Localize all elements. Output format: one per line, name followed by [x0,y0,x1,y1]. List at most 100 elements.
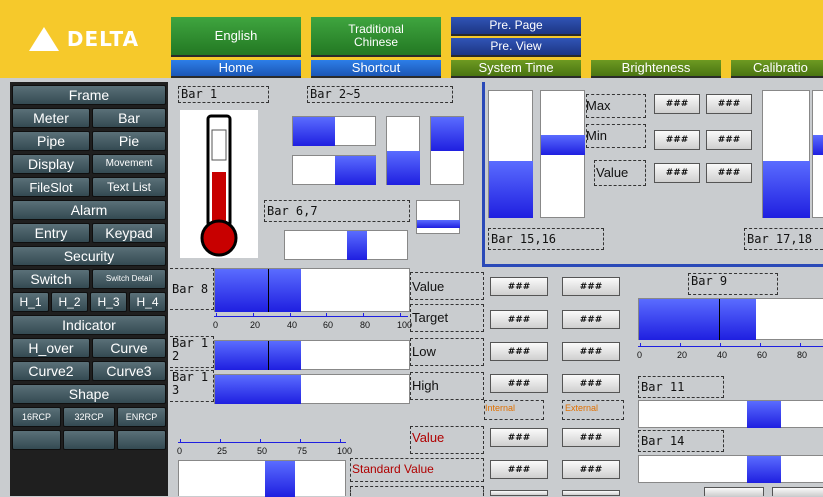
scale-a-tick-label: 80 [360,320,371,330]
thermometer-icon [200,114,238,257]
bar-button[interactable]: Bar [92,108,166,128]
bar1-label: Bar 1 [178,86,269,103]
target-internal[interactable]: ### [490,310,548,329]
value-internal-2[interactable]: ### [490,428,548,447]
bar2-5-label: Bar 2~5 [307,86,453,103]
hash-button[interactable] [772,487,823,496]
bar-c-fill [265,461,295,497]
fileslot-button[interactable]: FileSlot [12,177,90,197]
frame-button[interactable]: Frame [12,85,166,105]
value-2[interactable]: ### [706,163,752,183]
scale-b-tick [680,343,681,347]
bar15-16-label: Bar 15,16 [488,228,604,250]
value-1[interactable]: ### [654,163,700,183]
indicator-button[interactable]: Indicator [12,315,166,335]
alarm-button[interactable]: Alarm [12,200,166,220]
curve-button[interactable]: Curve [92,338,166,358]
h4-button[interactable]: H_4 [129,292,166,312]
menu-button[interactable] [117,430,166,450]
h1-button[interactable]: H_1 [12,292,49,312]
value-external[interactable]: ### [562,277,620,296]
movement-button[interactable]: Movement [92,154,166,174]
curve2-button[interactable]: Curve2 [12,361,90,381]
shortcut-button[interactable]: Shortcut [311,60,441,78]
high-external[interactable]: ### [562,374,620,393]
bar4 [386,116,420,185]
standard-internal[interactable]: ### [490,460,548,479]
shape-button[interactable]: Shape [12,384,166,404]
scale-b-tick-label: 60 [757,350,768,360]
bar4-fill [387,151,420,185]
h2-button[interactable]: H_2 [51,292,88,312]
hash-button[interactable] [704,487,764,496]
16rcp-button[interactable]: 16RCP [12,407,61,427]
min-value-1[interactable]: ### [654,130,700,150]
bar14-fill [747,456,781,483]
keypad-button[interactable]: Keypad [92,223,166,243]
home-button[interactable]: Home [171,60,301,78]
high-internal[interactable]: ### [490,374,548,393]
bar-a [214,340,410,370]
brighteness-button[interactable]: Brighteness [591,60,721,78]
bar11-fill [747,401,781,428]
low-external[interactable]: ### [562,342,620,361]
scale-a-axis [214,316,408,317]
h3-button[interactable]: H_3 [90,292,127,312]
hash-button[interactable] [562,490,620,496]
h-over-button[interactable]: H_over [12,338,90,358]
pre-page-button[interactable]: Pre. Page [451,17,581,36]
english-button[interactable]: English [171,17,301,57]
bar1-2-label: Bar 12 [170,336,214,368]
standard-external[interactable]: ### [562,460,620,479]
bar14 [638,455,823,483]
scale-c-tick [340,439,341,443]
min-label-frame [586,124,646,148]
entry-button[interactable]: Entry [12,223,90,243]
curve3-button[interactable]: Curve3 [92,361,166,381]
next-frame [350,486,484,496]
bar15-fill [489,161,533,218]
high-frame [410,372,484,400]
switch-detail-button[interactable]: Switch Detail [92,269,166,289]
pre-view-button[interactable]: Pre. View [451,38,581,57]
pie-button[interactable]: Pie [92,131,166,151]
traditional-chinese-button[interactable]: Traditional Chinese [311,17,441,57]
value-internal[interactable]: ### [490,277,548,296]
max-value-1[interactable]: ### [654,94,700,114]
scale-a-tick [363,313,364,317]
text-list-button[interactable]: Text List [92,177,166,197]
scale-a-tick-label: 40 [287,320,298,330]
enrcp-button[interactable]: ENRCP [117,407,166,427]
scale-c-tick-label: 50 [257,446,268,456]
pipe-button[interactable]: Pipe [12,131,90,151]
target-external[interactable]: ### [562,310,620,329]
low-internal[interactable]: ### [490,342,548,361]
min-value-2[interactable]: ### [706,130,752,150]
scale-b-tick [720,343,721,347]
value-external-2[interactable]: ### [562,428,620,447]
bar6-7-label: Bar 6,7 [264,200,410,222]
calibration-button[interactable]: Calibratio [731,60,823,78]
max-label-frame [586,94,646,118]
hash-button[interactable] [490,490,548,496]
scale-c-tick-label: 75 [297,446,308,456]
32rcp-button[interactable]: 32RCP [63,407,115,427]
bar7-fill [347,231,367,260]
scale-c-tick [220,439,221,443]
bar8 [214,268,410,312]
bar8-label: Bar 8 [170,268,214,310]
switch-button[interactable]: Switch [12,269,90,289]
menu-button[interactable] [63,430,115,450]
security-button[interactable]: Security [12,246,166,266]
max-value-2[interactable]: ### [706,94,752,114]
bar2 [292,116,376,146]
bar14-label: Bar 14 [638,430,724,452]
bar8-fill [215,269,301,312]
thermometer-glass [211,129,227,161]
bar17 [762,90,810,218]
meter-button[interactable]: Meter [12,108,90,128]
bar18 [812,90,823,218]
display-button[interactable]: Display [12,154,90,174]
system-time-button[interactable]: System Time [451,60,581,78]
menu-button[interactable] [12,430,61,450]
